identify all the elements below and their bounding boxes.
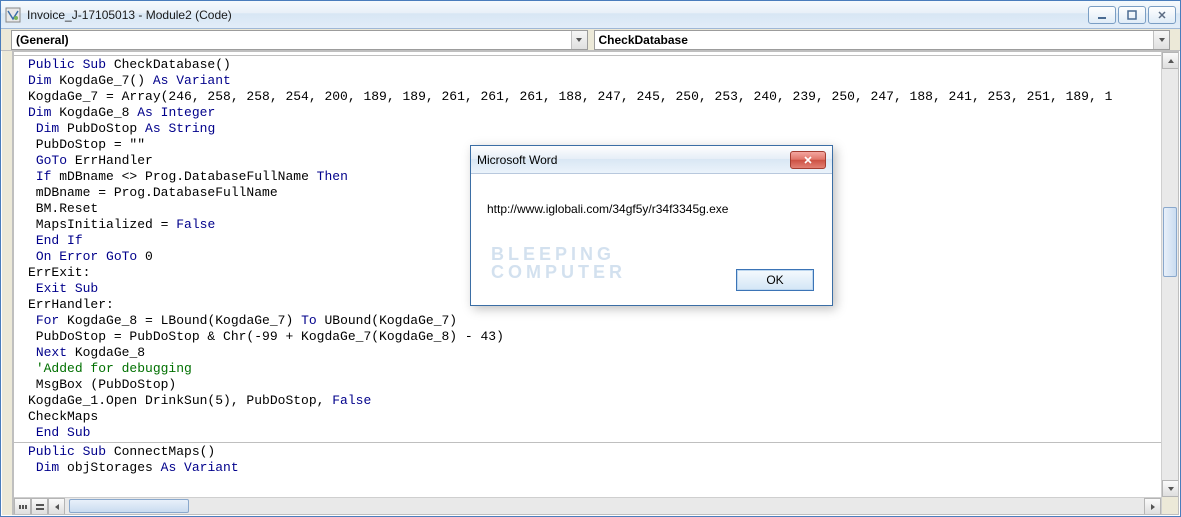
vba-app-icon [5, 7, 21, 23]
object-proc-selectors: (General) CheckDatabase [1, 29, 1180, 51]
horizontal-scroll-thumb[interactable] [69, 499, 189, 513]
code-line[interactable]: End Sub [28, 425, 1161, 441]
dialog-message: http://www.iglobali.com/34gf5y/r34f3345g… [487, 202, 816, 216]
code-line[interactable]: Dim KogdaGe_7() As Variant [28, 73, 1161, 89]
vertical-scroll-thumb[interactable] [1163, 207, 1177, 277]
code-line[interactable]: Dim objStorages As Variant [28, 460, 1161, 476]
code-line[interactable]: Dim PubDoStop As String [28, 121, 1161, 137]
code-line[interactable]: KogdaGe_1.Open DrinkSun(5), PubDoStop, F… [28, 393, 1161, 409]
horizontal-scrollbar[interactable] [14, 497, 1178, 514]
code-line[interactable]: For KogdaGe_8 = LBound(KogdaGe_7) To UBo… [28, 313, 1161, 329]
scroll-corner [1161, 497, 1178, 514]
ok-button-label: OK [766, 273, 783, 287]
object-selector-value: (General) [16, 33, 69, 47]
code-line[interactable]: Public Sub ConnectMaps() [28, 444, 1161, 460]
scroll-down-button[interactable] [1162, 480, 1179, 497]
code-line[interactable]: Public Sub CheckDatabase() [28, 57, 1161, 73]
margin-indicator-bar [2, 51, 13, 515]
dialog-title: Microsoft Word [477, 153, 557, 167]
full-module-view-button[interactable] [31, 498, 48, 515]
message-box: Microsoft Word http://www.iglobali.com/3… [470, 145, 833, 306]
dialog-close-button[interactable] [790, 151, 826, 169]
code-line[interactable]: PubDoStop = PubDoStop & Chr(-99 + KogdaG… [28, 329, 1161, 345]
dialog-body: http://www.iglobali.com/34gf5y/r34f3345g… [471, 174, 832, 305]
watermark-text: BLEEPING COMPUTER [491, 245, 626, 281]
procedure-selector[interactable]: CheckDatabase [594, 30, 1171, 50]
chevron-down-icon [571, 31, 587, 49]
code-line[interactable]: Dim KogdaGe_8 As Integer [28, 105, 1161, 121]
chevron-down-icon [1153, 31, 1169, 49]
dialog-titlebar[interactable]: Microsoft Word [471, 146, 832, 174]
window-controls [1088, 6, 1176, 24]
code-line[interactable]: Next KogdaGe_8 [28, 345, 1161, 361]
code-line[interactable]: CheckMaps [28, 409, 1161, 425]
code-line[interactable]: MsgBox (PubDoStop) [28, 377, 1161, 393]
ok-button[interactable]: OK [736, 269, 814, 291]
code-line[interactable]: 'Added for debugging [28, 361, 1161, 377]
scroll-left-button[interactable] [48, 498, 65, 515]
object-selector[interactable]: (General) [11, 30, 588, 50]
window-title: Invoice_J-17105013 - Module2 (Code) [27, 8, 1088, 22]
code-line[interactable]: KogdaGe_7 = Array(246, 258, 258, 254, 20… [28, 89, 1161, 105]
close-button[interactable] [1148, 6, 1176, 24]
maximize-button[interactable] [1118, 6, 1146, 24]
scroll-right-button[interactable] [1144, 498, 1161, 515]
minimize-button[interactable] [1088, 6, 1116, 24]
procedure-view-button[interactable] [14, 498, 31, 515]
procedure-selector-value: CheckDatabase [599, 33, 688, 47]
vertical-scrollbar[interactable] [1161, 52, 1178, 497]
scroll-up-button[interactable] [1162, 52, 1179, 69]
titlebar: Invoice_J-17105013 - Module2 (Code) [1, 1, 1180, 29]
